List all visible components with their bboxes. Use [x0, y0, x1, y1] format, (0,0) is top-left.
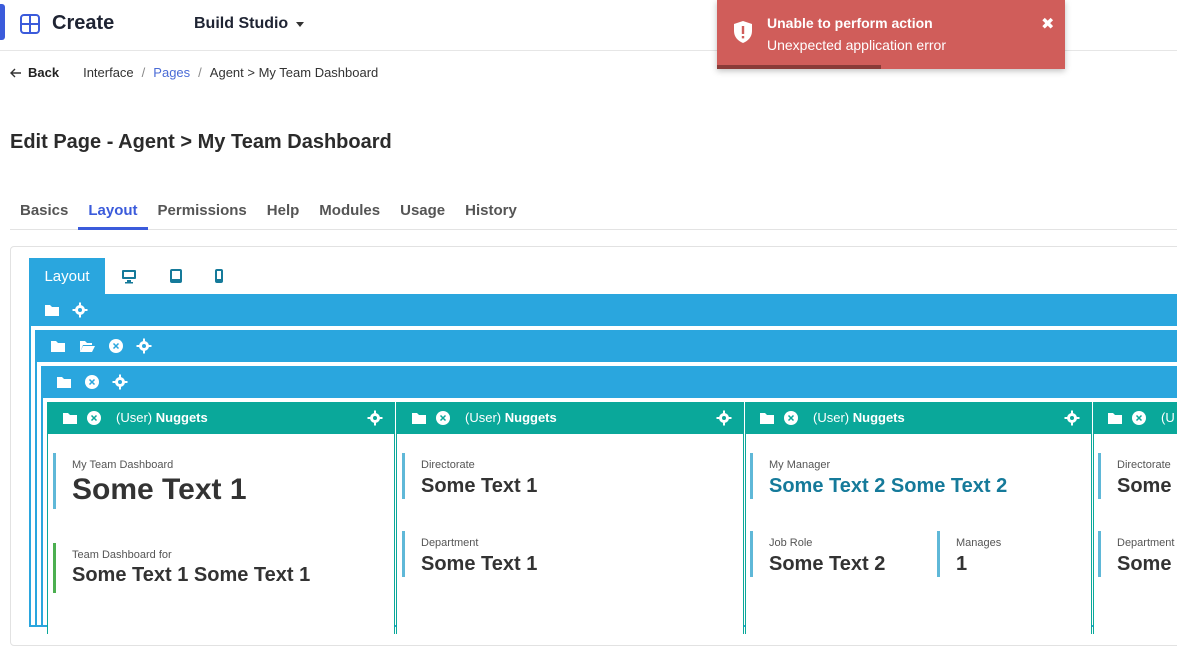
folder-icon[interactable] [50, 338, 66, 354]
field-label: My Team Dashboard [72, 459, 247, 471]
field-department: Department Some [1098, 531, 1174, 577]
field-value: Some [1117, 553, 1174, 576]
close-circle-icon[interactable] [783, 410, 799, 426]
folder-icon[interactable] [411, 410, 427, 426]
field-label: Department [1117, 537, 1174, 549]
field-label: Job Role [769, 537, 885, 549]
nugget-title-2: (User) Nuggets [465, 410, 557, 425]
field-directorate: Directorate Some Text 1 [402, 453, 537, 499]
nugget-prefix: (U [1161, 410, 1175, 425]
field-department: Department Some Text 1 [402, 531, 537, 577]
gear-icon[interactable] [367, 410, 383, 426]
folder-icon[interactable] [1107, 410, 1123, 426]
back-link[interactable]: Back [10, 65, 59, 80]
mobile-icon[interactable] [211, 268, 227, 284]
folder-icon[interactable] [44, 302, 60, 318]
error-toast: Unable to perform action Unexpected appl… [717, 0, 1065, 69]
nugget-prefix: (User) [813, 410, 849, 425]
breadcrumb: Back Interface / Pages / Agent > My Team… [10, 65, 378, 80]
field-value: Some Text 1 [421, 553, 537, 576]
field-label: Directorate [421, 459, 537, 471]
field-label: Team Dashboard for [72, 549, 310, 561]
shield-alert-icon [733, 20, 753, 44]
nugget-title-4: (U [1161, 410, 1175, 425]
tab-history[interactable]: History [455, 200, 527, 230]
gear-icon[interactable] [136, 338, 152, 354]
tab-help[interactable]: Help [257, 200, 310, 230]
field-label: Department [421, 537, 537, 549]
field-my-manager: My Manager Some Text 2 Some Text 2 [750, 453, 1007, 499]
field-job-role: Job Role Some Text 2 [750, 531, 885, 577]
gear-icon[interactable] [716, 410, 732, 426]
active-indicator [0, 4, 5, 40]
build-studio-dropdown[interactable]: Build Studio [194, 15, 304, 33]
container-bar-1 [29, 294, 1177, 326]
field-value: Some Text 2 [769, 553, 885, 576]
close-circle-icon[interactable] [84, 374, 100, 390]
nugget-name: Nuggets [853, 410, 905, 425]
field-label: Directorate [1117, 459, 1171, 471]
close-circle-icon[interactable] [435, 410, 451, 426]
folder-icon[interactable] [56, 374, 72, 390]
create-app-icon[interactable] [20, 14, 40, 34]
page-tabs: Basics Layout Permissions Help Modules U… [10, 200, 1177, 230]
folder-icon[interactable] [759, 410, 775, 426]
gear-icon[interactable] [1064, 410, 1080, 426]
nugget-title-3: (User) Nuggets [813, 410, 905, 425]
nugget-title-1: (User) Nuggets [116, 410, 208, 425]
field-directorate: Directorate Some [1098, 453, 1171, 499]
nugget-prefix: (User) [465, 410, 501, 425]
field-my-team-dashboard: My Team Dashboard Some Text 1 [53, 453, 247, 509]
field-team-dashboard-for: Team Dashboard for Some Text 1 Some Text… [53, 543, 310, 593]
field-manages: Manages 1 [937, 531, 1001, 577]
tab-usage[interactable]: Usage [390, 200, 455, 230]
breadcrumb-pages[interactable]: Pages [153, 65, 190, 80]
close-circle-icon[interactable] [108, 338, 124, 354]
field-value: 1 [956, 553, 1001, 576]
toast-message: Unexpected application error [767, 37, 946, 53]
breadcrumb-current: Agent > My Team Dashboard [210, 65, 379, 80]
nugget-name: Nuggets [156, 410, 208, 425]
tab-layout[interactable]: Layout [78, 200, 147, 230]
breadcrumb-separator: / [198, 65, 202, 80]
field-value[interactable]: Some Text 2 Some Text 2 [769, 475, 1007, 498]
field-label: My Manager [769, 459, 1007, 471]
layout-view-tab[interactable]: Layout [29, 258, 105, 294]
back-label: Back [28, 65, 59, 80]
field-label: Manages [956, 537, 1001, 549]
toast-title: Unable to perform action [767, 15, 933, 31]
close-circle-icon[interactable] [1131, 410, 1147, 426]
chevron-down-icon [296, 22, 304, 27]
nugget-name: Nuggets [505, 410, 557, 425]
breadcrumb-separator: / [142, 65, 146, 80]
toast-progress-bar [717, 65, 881, 69]
nugget-prefix: (User) [116, 410, 152, 425]
tablet-icon[interactable] [168, 268, 184, 284]
container-bar-3 [41, 366, 1177, 398]
folder-icon[interactable] [62, 410, 78, 426]
desktop-icon[interactable] [121, 268, 137, 284]
gear-icon[interactable] [72, 302, 88, 318]
field-value: Some Text 1 Some Text 1 [72, 564, 310, 587]
tab-modules[interactable]: Modules [309, 200, 390, 230]
close-circle-icon[interactable] [86, 410, 102, 426]
close-icon[interactable]: ✖ [1041, 14, 1054, 34]
field-value: Some [1117, 475, 1171, 498]
breadcrumb-interface[interactable]: Interface [83, 65, 134, 80]
gear-icon[interactable] [112, 374, 128, 390]
arrow-left-icon [10, 68, 22, 78]
container-bar-2 [35, 330, 1177, 362]
field-value: Some Text 1 [72, 473, 247, 507]
tab-permissions[interactable]: Permissions [148, 200, 257, 230]
build-studio-label: Build Studio [194, 15, 288, 33]
page-title: Edit Page - Agent > My Team Dashboard [10, 131, 392, 154]
field-value: Some Text 1 [421, 475, 537, 498]
tab-basics[interactable]: Basics [10, 200, 78, 230]
folder-open-icon[interactable] [79, 338, 95, 354]
app-title: Create [52, 12, 114, 35]
